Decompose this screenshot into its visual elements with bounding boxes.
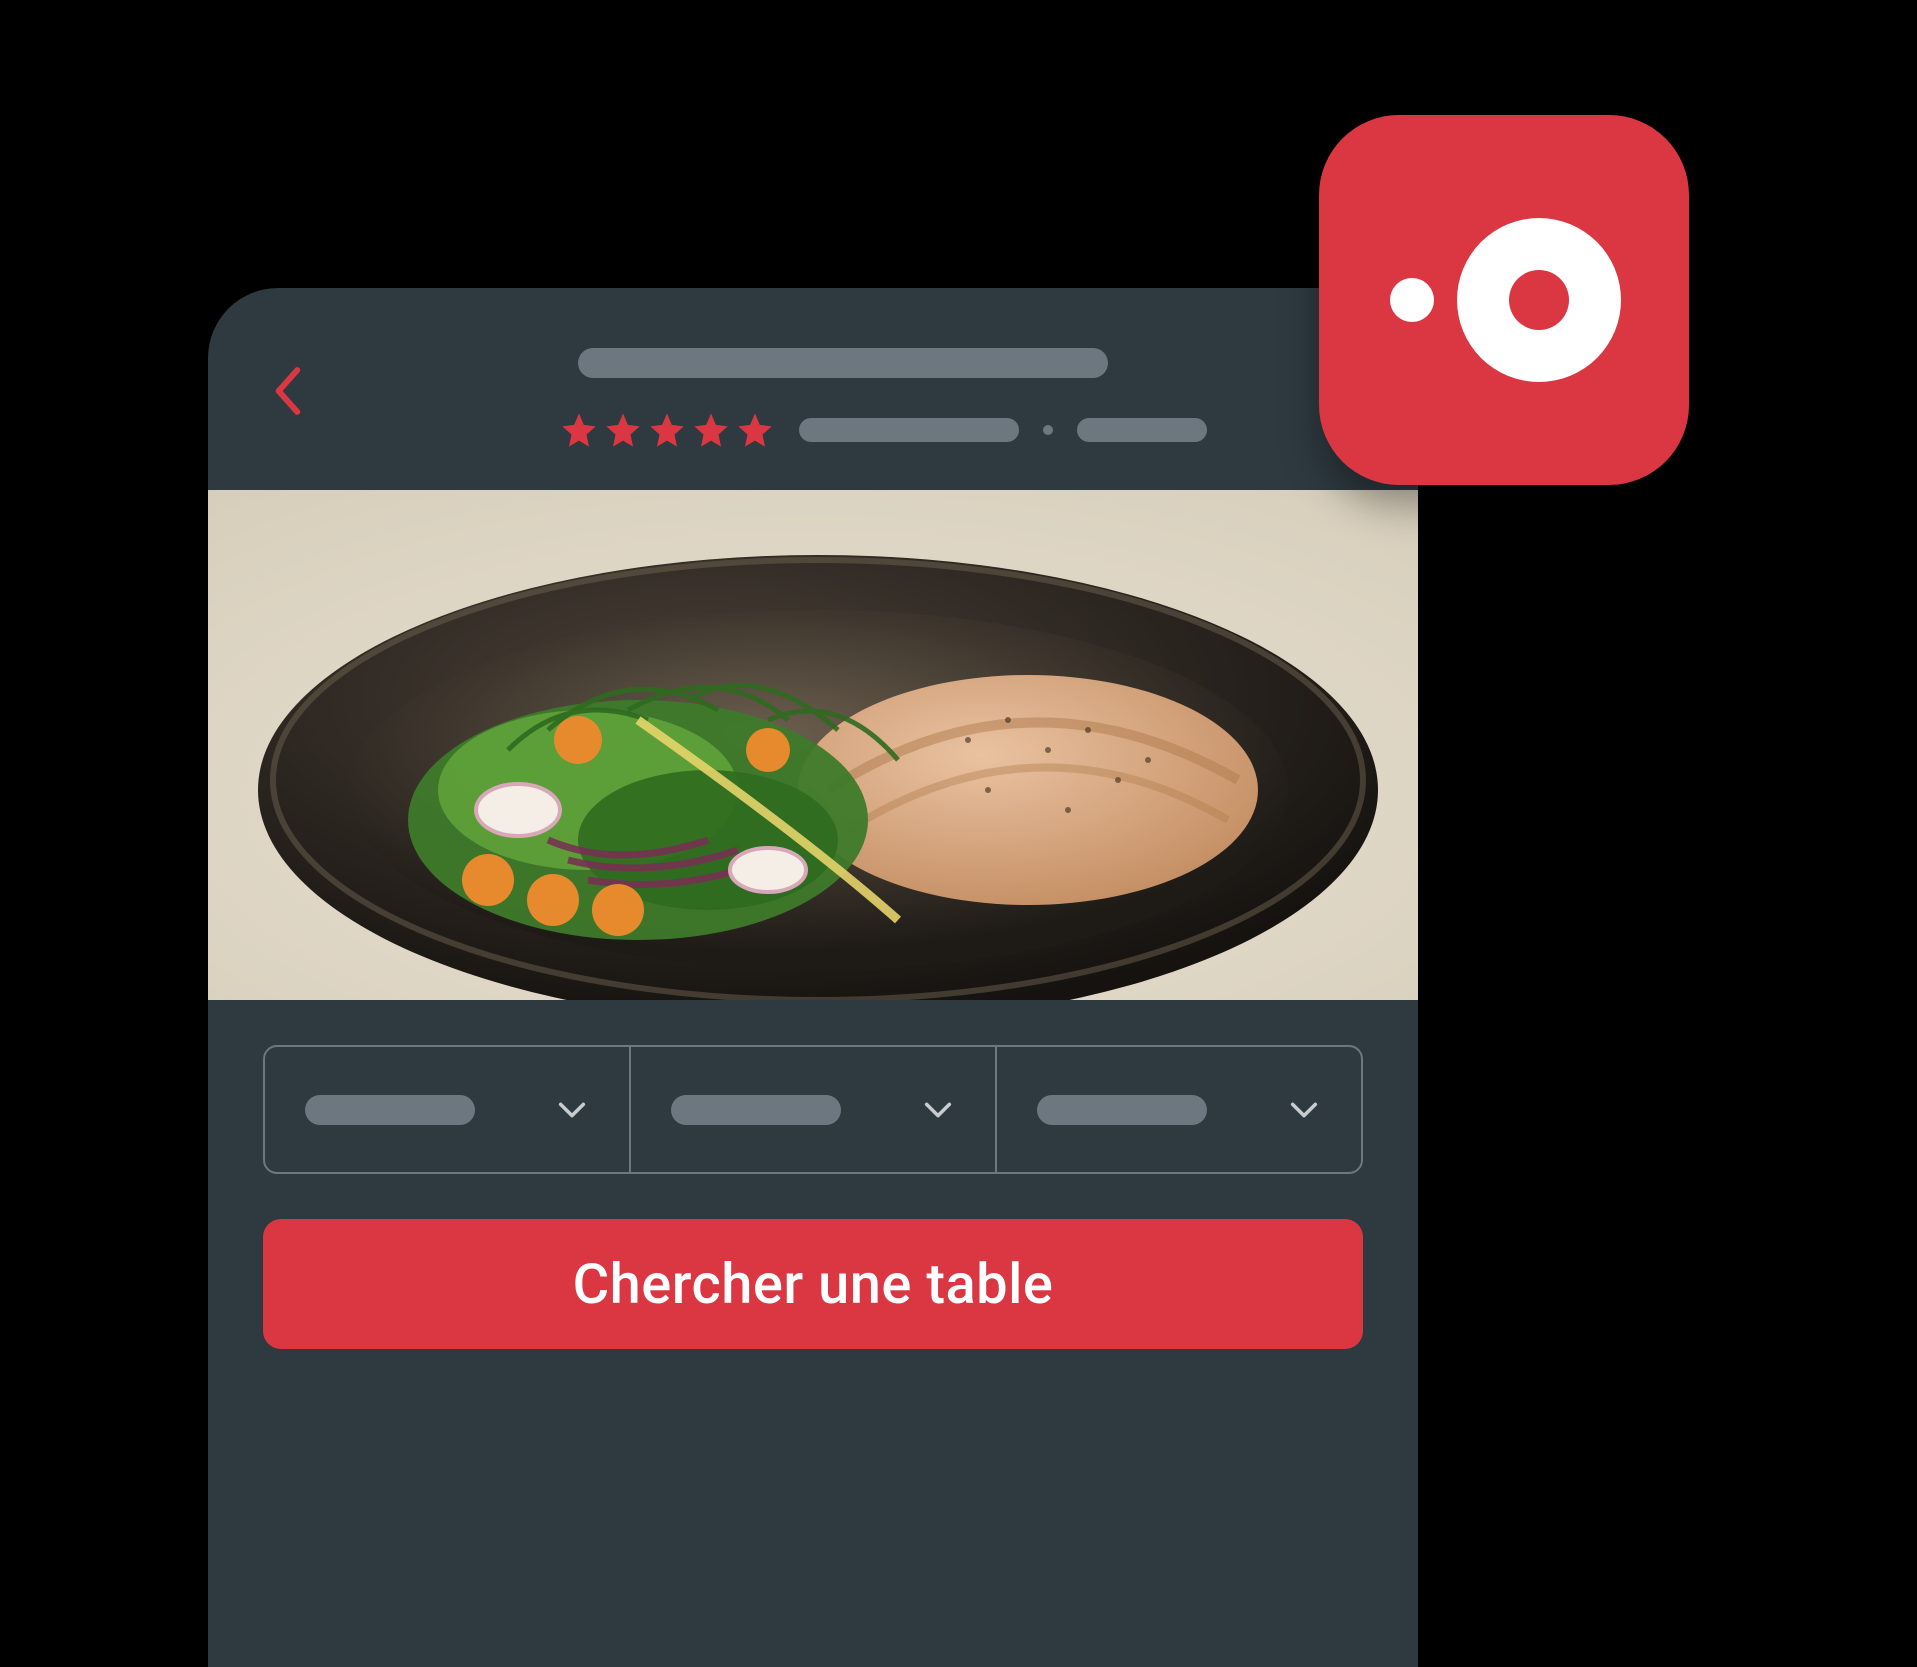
- selector-value-placeholder: [1037, 1095, 1207, 1125]
- selector-value-placeholder: [671, 1095, 841, 1125]
- back-button[interactable]: [268, 356, 308, 426]
- star-icon: [647, 410, 687, 450]
- title-block: [268, 348, 1358, 450]
- star-rating: [559, 410, 775, 450]
- star-icon: [735, 410, 775, 450]
- selector-value-placeholder: [305, 1095, 475, 1125]
- selector-3[interactable]: [997, 1047, 1361, 1172]
- chevron-left-icon: [274, 367, 302, 415]
- restaurant-name-placeholder: [578, 348, 1108, 378]
- hero-image: [208, 490, 1418, 1000]
- selector-2[interactable]: [631, 1047, 997, 1172]
- rating-row: [559, 410, 1207, 450]
- app-badge: [1319, 115, 1689, 485]
- star-icon: [603, 410, 643, 450]
- cta-label: Chercher une table: [573, 1251, 1054, 1317]
- selector-1[interactable]: [265, 1047, 631, 1172]
- review-count-placeholder: [799, 418, 1019, 442]
- restaurant-card: Chercher une table: [208, 288, 1418, 1667]
- separator-dot: [1043, 425, 1053, 435]
- star-icon: [691, 410, 731, 450]
- star-icon: [559, 410, 599, 450]
- cuisine-placeholder: [1077, 418, 1207, 442]
- opentable-logo-icon: [1374, 210, 1634, 390]
- chevron-down-icon: [1287, 1093, 1321, 1127]
- search-table-button[interactable]: Chercher une table: [263, 1219, 1363, 1349]
- chevron-down-icon: [555, 1093, 589, 1127]
- card-header: [208, 288, 1418, 480]
- chevron-down-icon: [921, 1093, 955, 1127]
- reservation-selectors: [263, 1045, 1363, 1174]
